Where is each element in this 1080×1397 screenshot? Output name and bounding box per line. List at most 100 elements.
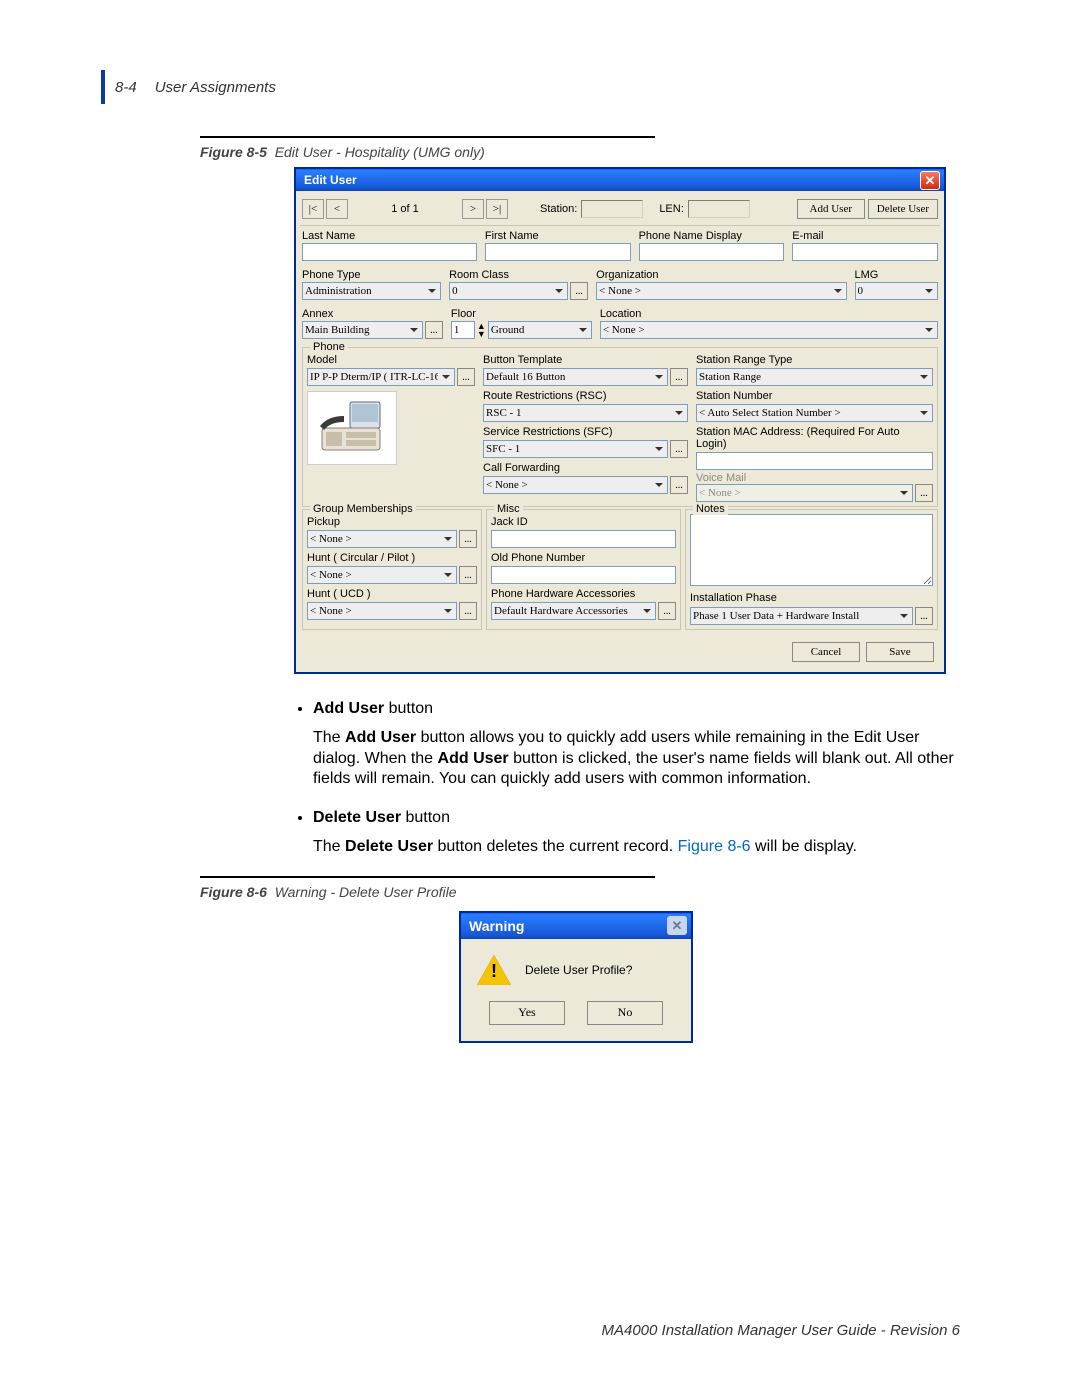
floor-label: Floor xyxy=(451,308,592,320)
email-input[interactable] xyxy=(792,243,938,261)
model-select[interactable] xyxy=(307,368,455,386)
add-user-bold-2: Add User xyxy=(438,750,509,767)
station-number-select[interactable] xyxy=(696,404,933,422)
location-select[interactable] xyxy=(600,321,938,339)
figure-8-6-link[interactable]: Figure 8-6 xyxy=(678,838,751,855)
hunt-circular-label: Hunt ( Circular / Pilot ) xyxy=(307,552,477,564)
edit-user-dialog: Edit User ✕ |< < 1 of 1 > >| Station: LE… xyxy=(295,168,945,673)
hunt-ucd-select[interactable] xyxy=(307,602,457,620)
warning-message: Delete User Profile? xyxy=(525,963,632,977)
phone-legend: Phone xyxy=(310,341,348,353)
installation-phase-more-button[interactable]: ... xyxy=(915,607,933,625)
edit-user-title: Edit User xyxy=(304,173,357,187)
nav-next-button[interactable]: > xyxy=(462,199,484,219)
warning-titlebar[interactable]: Warning ✕ xyxy=(461,913,691,939)
installation-phase-select[interactable] xyxy=(690,607,913,625)
warning-close-icon[interactable]: ✕ xyxy=(667,916,687,935)
call-forwarding-more-button[interactable]: ... xyxy=(670,476,688,494)
add-user-heading: Add User xyxy=(313,700,384,717)
pickup-more-button[interactable]: ... xyxy=(459,530,477,548)
jack-id-input[interactable] xyxy=(491,530,676,548)
button-template-select[interactable] xyxy=(483,368,668,386)
del-p1a: The xyxy=(313,838,345,855)
room-class-more-button[interactable]: ... xyxy=(570,282,588,300)
figure-8-5-caption: Figure 8-5 Edit User - Hospitality (UMG … xyxy=(200,144,960,160)
old-phone-label: Old Phone Number xyxy=(491,552,676,564)
notes-legend: Notes xyxy=(693,503,728,515)
hunt-ucd-more-button[interactable]: ... xyxy=(459,602,477,620)
lmg-label: LMG xyxy=(855,269,938,281)
last-name-input[interactable] xyxy=(302,243,477,261)
service-restrictions-select[interactable] xyxy=(483,440,668,458)
notes-input[interactable] xyxy=(690,514,933,586)
save-button[interactable]: Save xyxy=(866,642,934,662)
nav-first-button[interactable]: |< xyxy=(302,199,324,219)
annex-label: Annex xyxy=(302,308,443,320)
installation-phase-label: Installation Phase xyxy=(690,592,933,604)
hunt-circular-more-button[interactable]: ... xyxy=(459,566,477,584)
header-page-number: 8-4 xyxy=(115,79,137,96)
service-restrictions-label: Service Restrictions (SFC) xyxy=(483,426,688,438)
lmg-select[interactable] xyxy=(855,282,938,300)
figure-rule xyxy=(200,136,655,138)
hunt-circular-select[interactable] xyxy=(307,566,457,584)
telephone-icon xyxy=(316,398,388,458)
pickup-select[interactable] xyxy=(307,530,457,548)
accessories-more-button[interactable]: ... xyxy=(658,602,676,620)
floor-spinner[interactable] xyxy=(451,321,475,339)
organization-label: Organization xyxy=(596,269,846,281)
accessories-select[interactable] xyxy=(491,602,656,620)
warning-title: Warning xyxy=(469,918,524,934)
delete-user-button[interactable]: Delete User xyxy=(868,199,938,219)
figure-8-5-number: Figure 8-5 xyxy=(200,144,267,160)
nav-station-label: Station: xyxy=(540,203,577,215)
service-restrictions-more-button[interactable]: ... xyxy=(670,440,688,458)
station-mac-input[interactable] xyxy=(696,452,933,470)
annex-more-button[interactable]: ... xyxy=(425,321,443,339)
voicemail-label: Voice Mail xyxy=(696,472,746,484)
delete-user-bold: Delete User xyxy=(345,838,433,855)
close-icon[interactable]: ✕ xyxy=(920,171,940,190)
voicemail-select xyxy=(696,484,913,502)
call-forwarding-label: Call Forwarding xyxy=(483,462,688,474)
route-restrictions-select[interactable] xyxy=(483,404,688,422)
nav-prev-button[interactable]: < xyxy=(326,199,348,219)
organization-select[interactable] xyxy=(596,282,846,300)
annex-select[interactable] xyxy=(302,321,423,339)
floor-name-select[interactable] xyxy=(488,321,592,339)
group-memberships-legend: Group Memberships xyxy=(310,503,416,515)
nav-len-label: LEN: xyxy=(659,203,683,215)
room-class-select[interactable] xyxy=(449,282,568,300)
button-template-more-button[interactable]: ... xyxy=(670,368,688,386)
nav-record-label: 1 of 1 xyxy=(350,203,460,215)
voicemail-more-button: ... xyxy=(915,484,933,502)
header-title: User Assignments xyxy=(155,79,276,96)
del-p1b: button deletes the current record. xyxy=(433,838,678,855)
nav-last-button[interactable]: >| xyxy=(486,199,508,219)
location-label: Location xyxy=(600,308,938,320)
nav-len-box xyxy=(688,200,750,218)
email-label: E-mail xyxy=(792,230,938,242)
figure-8-6-number: Figure 8-6 xyxy=(200,884,267,900)
warning-no-button[interactable]: No xyxy=(587,1001,663,1025)
cancel-button[interactable]: Cancel xyxy=(792,642,860,662)
station-range-type-select[interactable] xyxy=(696,368,933,386)
phone-name-display-label: Phone Name Display xyxy=(639,230,785,242)
room-class-label: Room Class xyxy=(449,269,588,281)
model-more-button[interactable]: ... xyxy=(457,368,475,386)
old-phone-input[interactable] xyxy=(491,566,676,584)
phone-type-select[interactable] xyxy=(302,282,441,300)
edit-user-titlebar[interactable]: Edit User ✕ xyxy=(296,169,944,191)
model-label: Model xyxy=(307,354,475,366)
accessories-label: Phone Hardware Accessories xyxy=(491,588,676,600)
group-memberships-fieldset: Group Memberships Pickup ... Hunt ( Circ… xyxy=(302,509,482,630)
call-forwarding-select[interactable] xyxy=(483,476,668,494)
add-user-button[interactable]: Add User xyxy=(797,199,865,219)
warning-yes-button[interactable]: Yes xyxy=(489,1001,565,1025)
body-text: Add User button The Add User button allo… xyxy=(295,699,960,858)
button-template-label: Button Template xyxy=(483,354,688,366)
first-name-input[interactable] xyxy=(485,243,631,261)
add-user-p1a: The xyxy=(313,729,345,746)
pickup-label: Pickup xyxy=(307,516,477,528)
phone-name-display-input[interactable] xyxy=(639,243,785,261)
